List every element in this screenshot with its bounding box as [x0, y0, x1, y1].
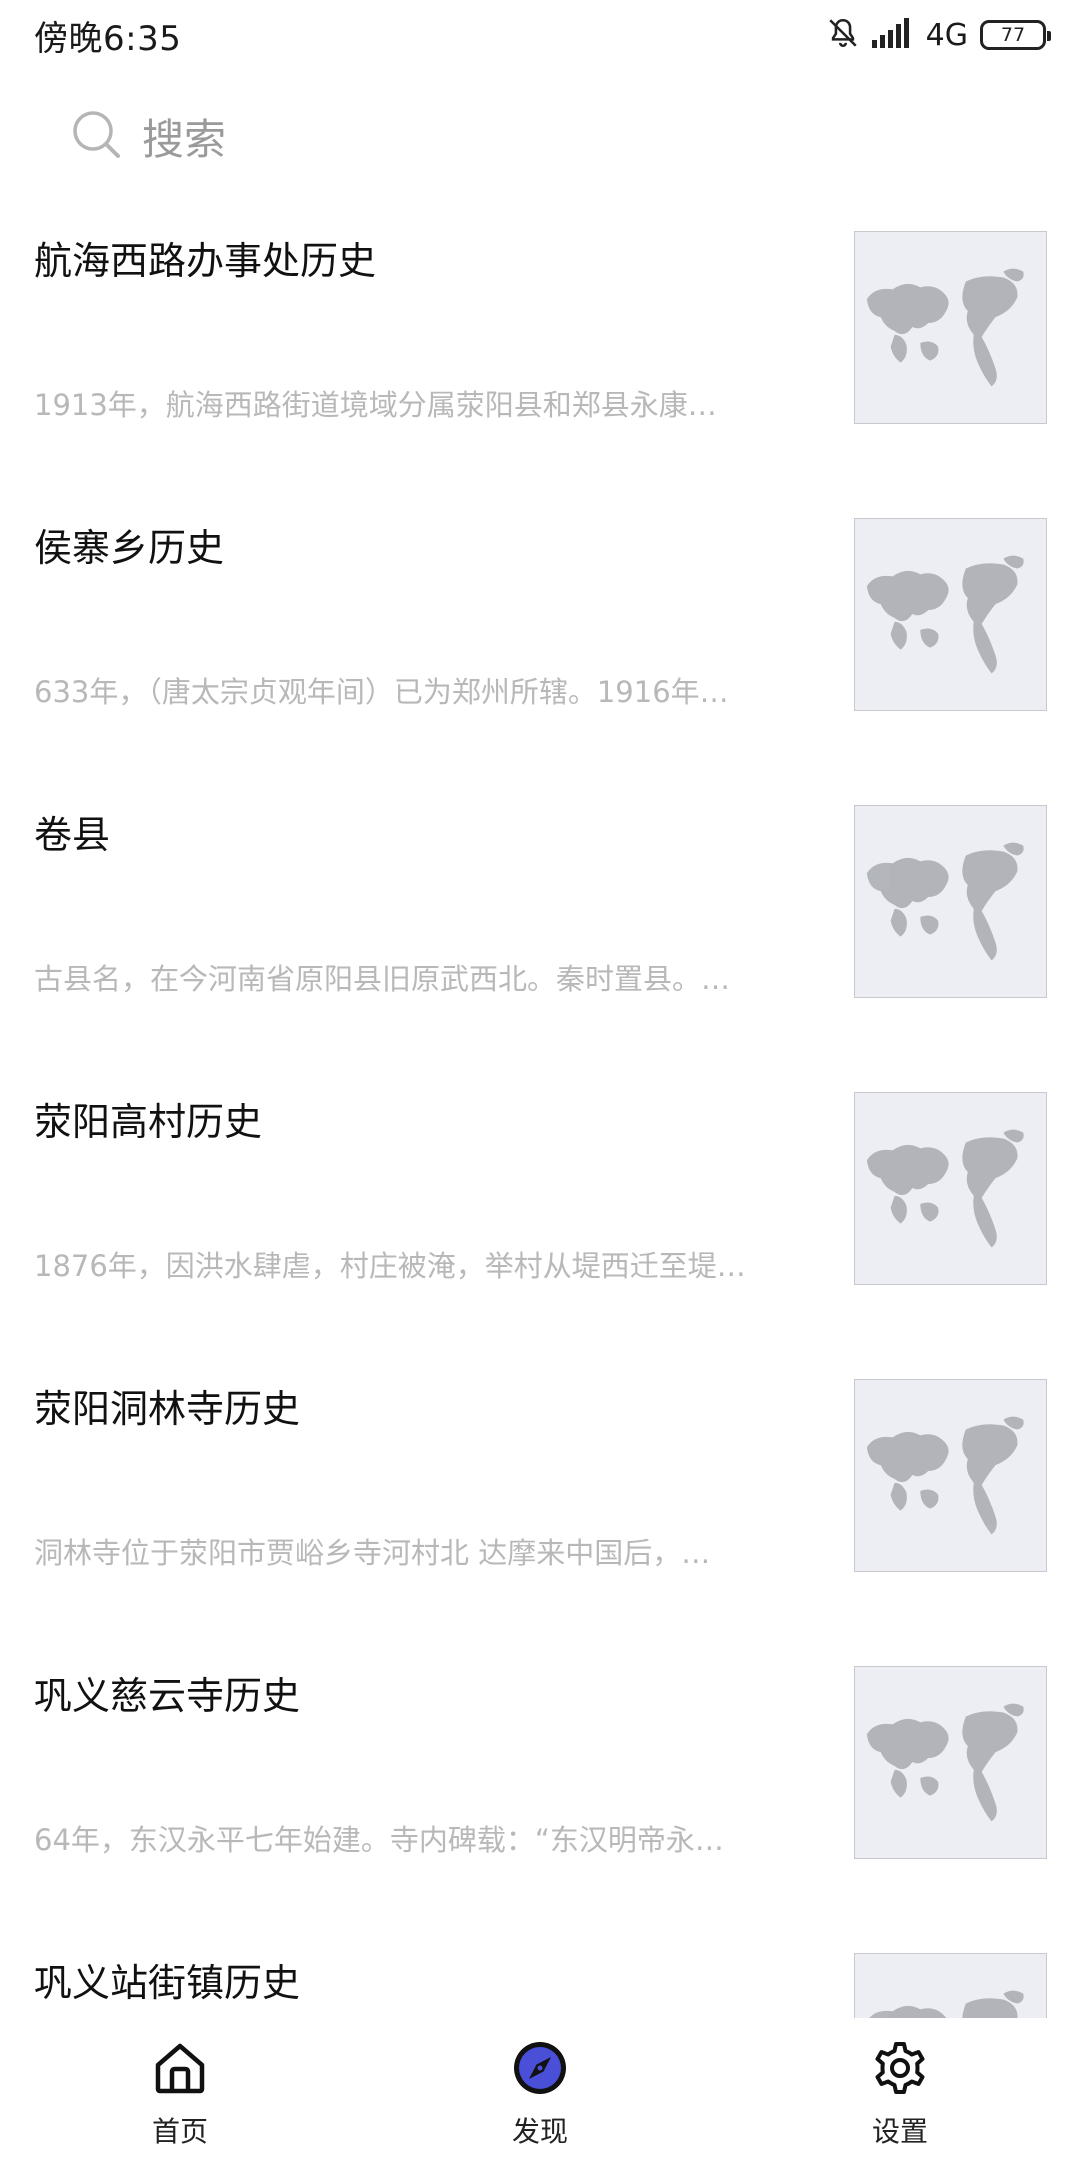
list-item[interactable]: 荥阳高村历史 1876年，因洪水肆虐，村庄被淹，举村从堤西迁至堤…	[0, 1071, 1080, 1358]
item-summary: 633年，（唐太宗贞观年间）已为郑州所辖。1916年…	[34, 675, 729, 709]
item-summary: 古县名，在今河南省原阳县旧原武西北。秦时置县。…	[34, 962, 731, 996]
world-map-image	[866, 555, 1024, 674]
bottom-nav: 首页 发现 设置	[0, 2018, 1080, 2160]
item-title: 荥阳洞林寺历史	[34, 1387, 301, 1431]
home-icon	[150, 2038, 210, 2102]
status-icons: 4G 77	[826, 16, 1051, 54]
world-map-thumbnail	[854, 1092, 1047, 1285]
item-title: 巩义慈云寺历史	[34, 1674, 301, 1718]
item-title: 航海西路办事处历史	[34, 239, 377, 283]
list-item[interactable]: 卷县 古县名，在今河南省原阳县旧原武西北。秦时置县。…	[0, 784, 1080, 1071]
compass-icon	[510, 2038, 570, 2102]
history-list: 航海西路办事处历史 1913年，航海西路街道境域分属荥阳县和郑县永康… 侯寨乡历…	[0, 210, 1080, 2018]
world-map-image	[866, 268, 1024, 387]
status-bar: 傍晚6:35 4G 77	[0, 0, 1080, 70]
status-time: 傍晚6:35	[34, 18, 182, 59]
world-map-image	[866, 1129, 1024, 1248]
network-type: 4G	[925, 17, 968, 53]
nav-settings[interactable]: 设置	[720, 2018, 1080, 2160]
item-summary: 64年，东汉永平七年始建。寺内碑载：“东汉明帝永…	[34, 1823, 724, 1857]
signal-icon	[871, 18, 914, 52]
list-item[interactable]: 航海西路办事处历史 1913年，航海西路街道境域分属荥阳县和郑县永康…	[0, 210, 1080, 497]
list-item[interactable]: 侯寨乡历史 633年，（唐太宗贞观年间）已为郑州所辖。1916年…	[0, 497, 1080, 784]
search-bar[interactable]: 搜索	[34, 88, 674, 184]
world-map-thumbnail	[854, 1953, 1047, 2018]
world-map-thumbnail	[854, 518, 1047, 711]
list-item[interactable]: 荥阳洞林寺历史 洞林寺位于荥阳市贾峪乡寺河村北 达摩来中国后，…	[0, 1358, 1080, 1645]
nav-discover[interactable]: 发现	[360, 2018, 720, 2160]
gear-icon	[870, 2038, 930, 2102]
nav-home[interactable]: 首页	[0, 2018, 360, 2160]
world-map-thumbnail	[854, 231, 1047, 424]
item-title: 卷县	[34, 813, 111, 857]
world-map-image	[866, 1416, 1024, 1535]
mute-bell-icon	[826, 16, 860, 54]
world-map-thumbnail	[854, 1666, 1047, 1859]
nav-home-label: 首页	[151, 2115, 208, 2148]
world-map-image	[866, 842, 1024, 961]
nav-settings-label: 设置	[871, 2115, 928, 2148]
nav-discover-label: 发现	[511, 2115, 568, 2148]
search-input[interactable]: 搜索	[142, 106, 226, 167]
world-map-thumbnail	[854, 1379, 1047, 1572]
list-item[interactable]: 巩义站街镇历史	[0, 1932, 1080, 2018]
item-summary: 洞林寺位于荥阳市贾峪乡寺河村北 达摩来中国后，…	[34, 1536, 711, 1570]
item-summary: 1876年，因洪水肆虐，村庄被淹，举村从堤西迁至堤…	[34, 1249, 746, 1283]
search-icon	[68, 106, 124, 166]
item-title: 侯寨乡历史	[34, 526, 225, 570]
item-title: 巩义站街镇历史	[34, 1961, 301, 2005]
world-map-image	[866, 1703, 1024, 1822]
app-screen: 傍晚6:35 4G 77 搜索 航海西路办事处历史 1913年，航海西路街道境域…	[0, 0, 1080, 2160]
battery-icon: 77	[980, 20, 1051, 50]
item-title: 荥阳高村历史	[34, 1100, 263, 1144]
list-item[interactable]: 巩义慈云寺历史 64年，东汉永平七年始建。寺内碑载：“东汉明帝永…	[0, 1645, 1080, 1932]
world-map-thumbnail	[854, 805, 1047, 998]
world-map-image	[869, 1990, 1024, 2018]
item-summary: 1913年，航海西路街道境域分属荥阳县和郑县永康…	[34, 388, 717, 422]
